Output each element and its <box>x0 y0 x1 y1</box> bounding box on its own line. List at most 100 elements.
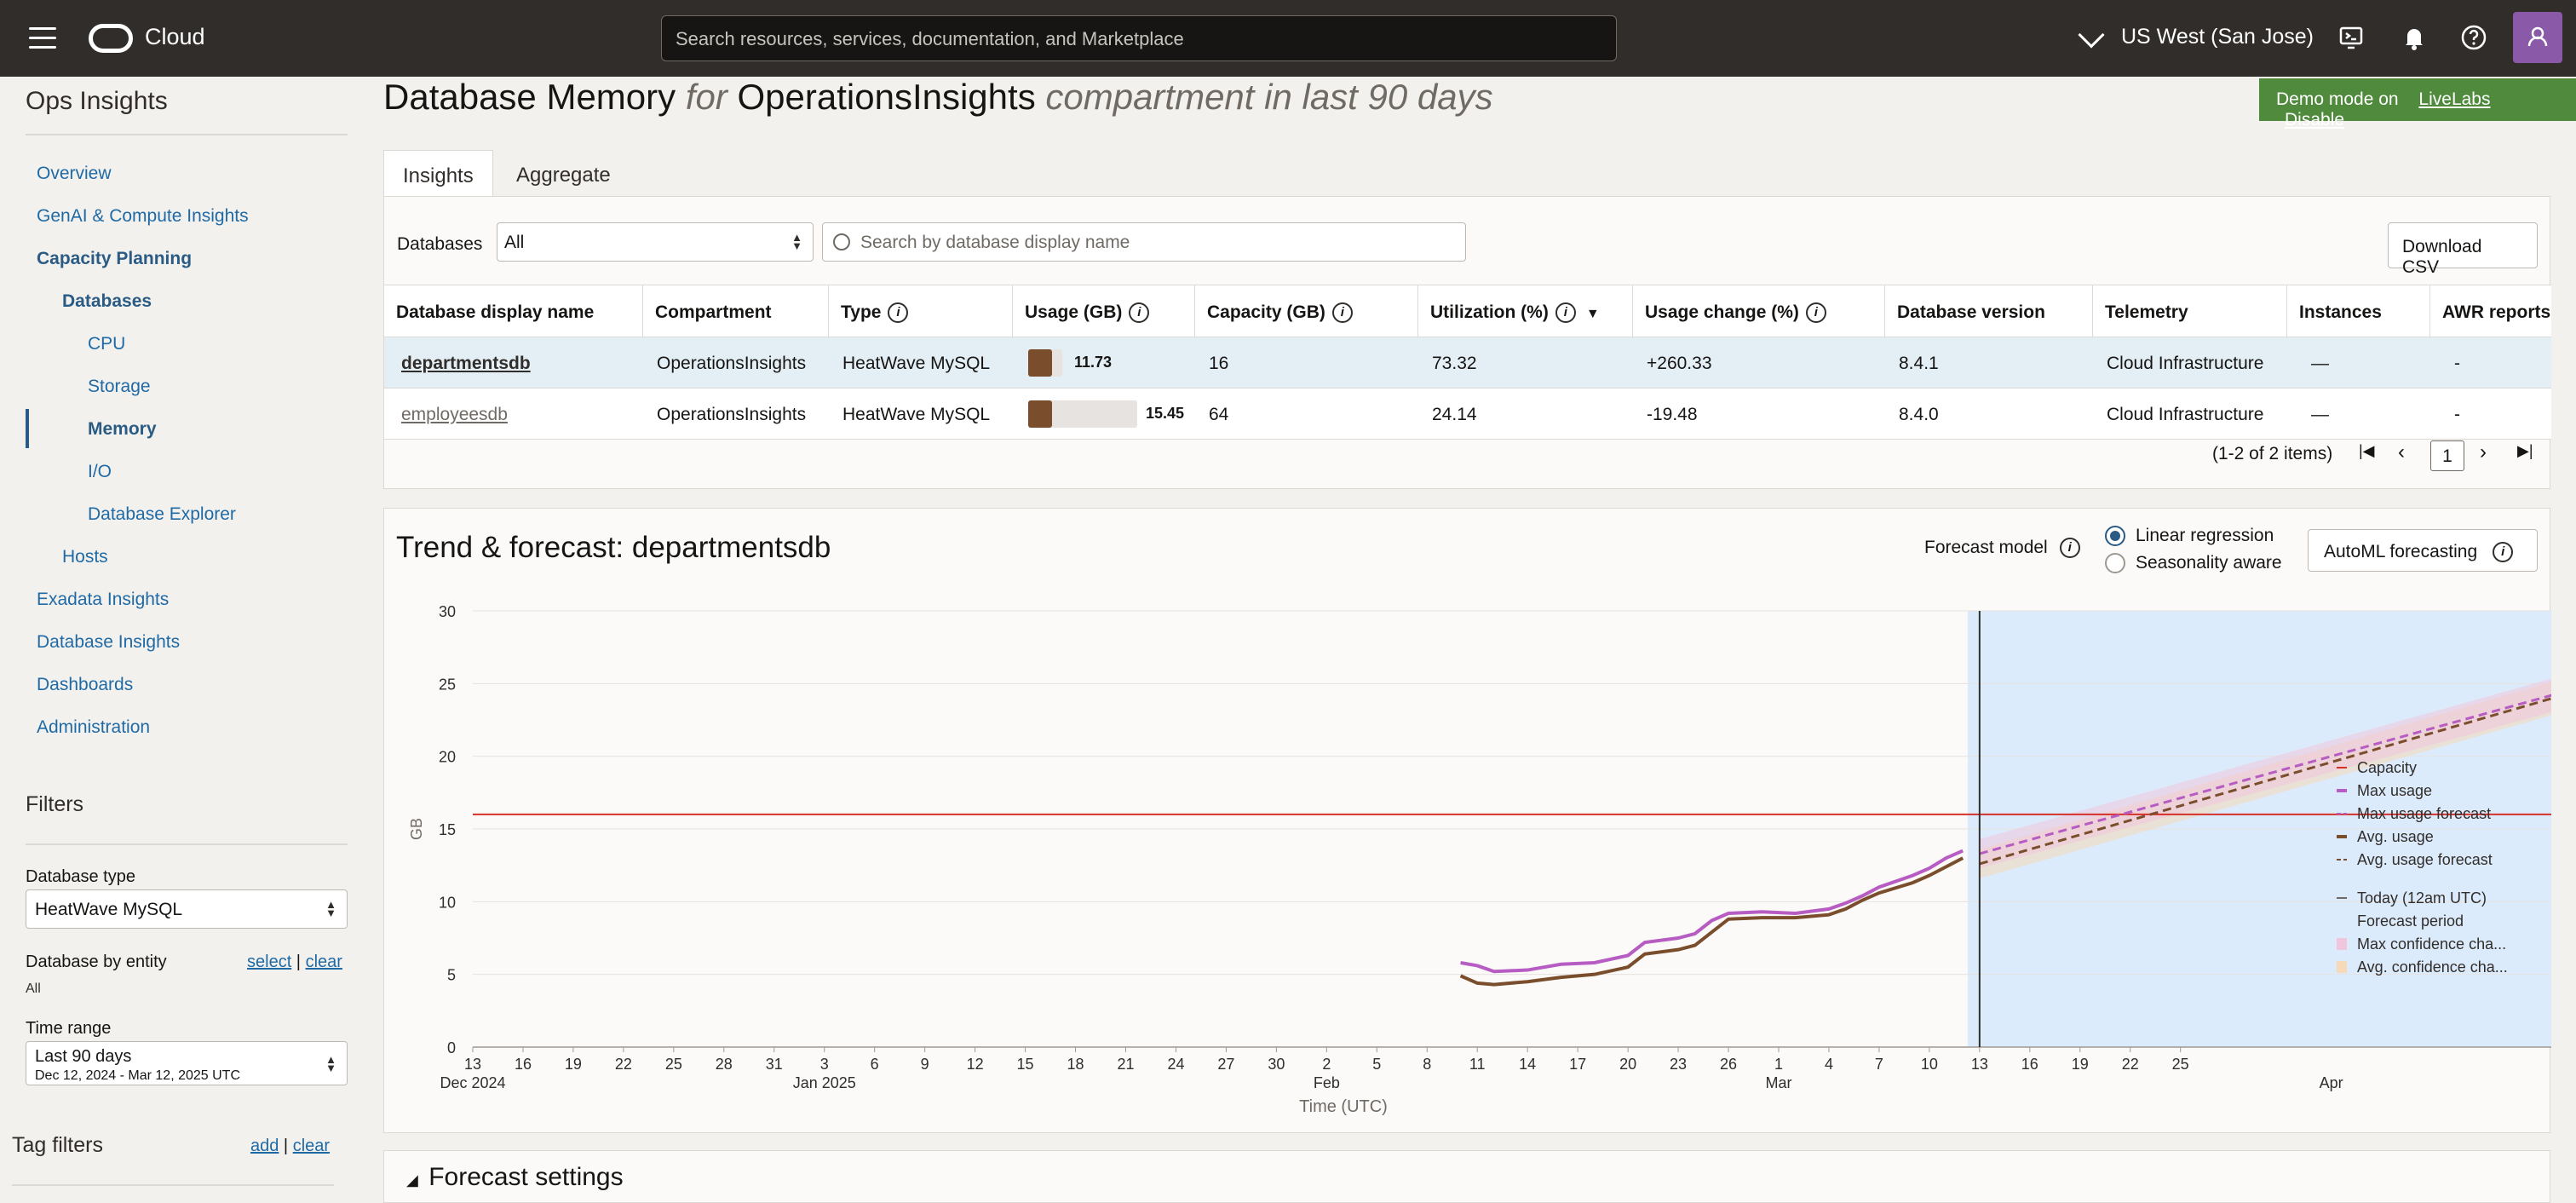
automl-label: AutoML forecasting <box>2324 542 2478 561</box>
database-link[interactable]: employeesdb <box>401 405 508 424</box>
info-icon[interactable]: i <box>1129 302 1150 324</box>
nav-dashboards[interactable]: Dashboards <box>37 675 133 695</box>
prev-page-icon[interactable]: ‹ <box>2398 440 2405 464</box>
automl-forecasting-button[interactable]: AutoML forecasting i <box>2308 529 2538 572</box>
nav-hosts[interactable]: Hosts <box>62 547 108 567</box>
nav-databases[interactable]: Databases <box>62 291 152 312</box>
profile-avatar[interactable] <box>2513 12 2562 63</box>
row-usage: 15.45 <box>1146 405 1185 422</box>
next-page-icon[interactable]: › <box>2480 440 2487 464</box>
col-utilization[interactable]: Utilization (%) i ▼ <box>1418 285 1633 338</box>
x-tick-label: 18 <box>1067 1056 1084 1073</box>
info-icon[interactable]: i <box>2493 542 2514 563</box>
nav-administration[interactable]: Administration <box>37 717 150 738</box>
col-name[interactable]: Database display name <box>384 285 643 338</box>
first-page-icon[interactable]: |◀ <box>2359 442 2375 460</box>
col-type[interactable]: Type i <box>829 285 1013 338</box>
oracle-logo[interactable] <box>89 24 133 53</box>
nav-overview[interactable]: Overview <box>37 164 112 184</box>
global-search-input[interactable]: Search resources, services, documentatio… <box>661 15 1617 61</box>
col-instances[interactable]: Instances <box>2287 285 2430 338</box>
x-tick-label: 4 <box>1825 1056 1833 1073</box>
x-tick-label: 3 <box>820 1056 829 1073</box>
radio-seasonality-aware[interactable] <box>2105 553 2125 573</box>
nav-cpu[interactable]: CPU <box>88 334 125 354</box>
col-compartment[interactable]: Compartment <box>643 285 829 338</box>
col-usage-change-label: Usage change (%) <box>1645 302 1799 322</box>
usage-bar <box>1028 349 1062 377</box>
entity-select-link[interactable]: select <box>247 953 291 971</box>
row-name[interactable]: employeesdb <box>389 389 520 440</box>
y-tick-label: 30 <box>439 603 456 620</box>
cloud-shell-icon[interactable] <box>2336 22 2366 53</box>
brand-label[interactable]: Cloud <box>145 24 205 50</box>
entity-clear-link[interactable]: clear <box>306 953 342 971</box>
sort-desc-icon[interactable]: ▼ <box>1586 307 1600 321</box>
nav-exadata-insights[interactable]: Exadata Insights <box>37 590 169 610</box>
region-selector[interactable]: US West (San Jose) <box>2121 25 2314 49</box>
legend-label: Capacity <box>2357 759 2417 776</box>
nav-database-insights[interactable]: Database Insights <box>37 632 180 653</box>
row-telemetry: Cloud Infrastructure <box>2107 354 2264 373</box>
legend-label: Max usage forecast <box>2357 805 2491 822</box>
info-icon[interactable]: i <box>1555 302 1576 324</box>
x-tick-label: 13 <box>464 1056 481 1073</box>
x-tick-label: 8 <box>1423 1056 1431 1073</box>
info-icon[interactable]: i <box>888 302 909 324</box>
row-name[interactable]: departmentsdb <box>389 337 543 389</box>
tag-add-link[interactable]: add <box>250 1137 279 1155</box>
info-icon[interactable]: i <box>1805 302 1826 324</box>
trend-chart: 05101520253013 16 19 22 25 28 31 3 6 9 12 15 18 21 24 2… <box>408 603 2551 1116</box>
radio-seasonality-label[interactable]: Seasonality aware <box>2136 553 2282 573</box>
legend-label: Avg. confidence cha... <box>2357 958 2508 976</box>
y-tick-label: 20 <box>439 749 456 766</box>
radio-linear-regression[interactable] <box>2105 526 2125 546</box>
nav-genai-compute-insights[interactable]: GenAI & Compute Insights <box>37 206 249 227</box>
x-tick-label: 10 <box>1921 1056 1938 1073</box>
tab-insights[interactable]: Insights <box>383 150 493 198</box>
col-usage[interactable]: Usage (GB) i <box>1013 285 1195 338</box>
x-tick-label: 11 <box>1469 1056 1486 1073</box>
nav-io[interactable]: I/O <box>88 462 112 482</box>
help-icon[interactable] <box>2458 22 2489 53</box>
row-awr: - <box>2454 405 2460 424</box>
time-range-select[interactable]: Last 90 days Dec 12, 2024 - Mar 12, 2025… <box>26 1041 348 1085</box>
databases-select[interactable]: All ▲ ▼ <box>497 222 814 262</box>
col-awr[interactable]: AWR reports <box>2430 285 2551 338</box>
nav-memory[interactable]: Memory <box>88 419 157 440</box>
x-tick-label: 21 <box>1117 1056 1134 1073</box>
bell-icon[interactable] <box>2399 22 2429 53</box>
last-page-icon[interactable]: ▶| <box>2517 442 2533 460</box>
chevron-down-icon[interactable] <box>2078 21 2105 49</box>
col-version[interactable]: Database version <box>1885 285 2093 338</box>
radio-linear-label[interactable]: Linear regression <box>2136 526 2274 546</box>
collapse-triangle-icon[interactable]: ◢ <box>406 1171 418 1189</box>
hamburger-icon[interactable] <box>29 27 56 49</box>
forecast-settings-section[interactable]: ◢ Forecast settings <box>383 1150 2550 1203</box>
x-tick-label: 12 <box>967 1056 984 1073</box>
tab-aggregate[interactable]: Aggregate <box>497 150 630 198</box>
x-month-label: Apr <box>2320 1074 2343 1091</box>
nav-capacity-planning[interactable]: Capacity Planning <box>37 249 192 269</box>
series-line-max-usage <box>1460 849 1964 974</box>
nav-storage[interactable]: Storage <box>88 377 151 397</box>
table-row[interactable]: employeesdb OperationsInsights HeatWave … <box>384 389 2551 440</box>
row-type: HeatWave MySQL <box>842 354 991 373</box>
database-search-input[interactable]: Search by database display name <box>822 222 1466 262</box>
search-icon <box>833 233 850 250</box>
download-csv-button[interactable]: Download CSV <box>2388 222 2538 277</box>
db-type-select[interactable]: HeatWave MySQL ▲ ▼ <box>26 889 348 929</box>
x-tick-label: 15 <box>1017 1056 1034 1073</box>
database-link[interactable]: departmentsdb <box>401 354 531 373</box>
col-usage-change[interactable]: Usage change (%) i <box>1633 285 1885 338</box>
row-capacity: 16 <box>1209 354 1229 373</box>
page-number[interactable]: 1 <box>2430 440 2464 471</box>
x-tick-label: 5 <box>1372 1056 1381 1073</box>
table-row[interactable]: departmentsdb OperationsInsights HeatWav… <box>384 337 2551 389</box>
info-icon[interactable]: i <box>1331 302 1353 324</box>
info-icon[interactable]: i <box>2059 538 2080 559</box>
nav-database-explorer[interactable]: Database Explorer <box>88 504 236 525</box>
tag-clear-link[interactable]: clear <box>293 1137 330 1155</box>
col-capacity[interactable]: Capacity (GB) i <box>1195 285 1418 338</box>
col-telemetry[interactable]: Telemetry <box>2093 285 2287 338</box>
